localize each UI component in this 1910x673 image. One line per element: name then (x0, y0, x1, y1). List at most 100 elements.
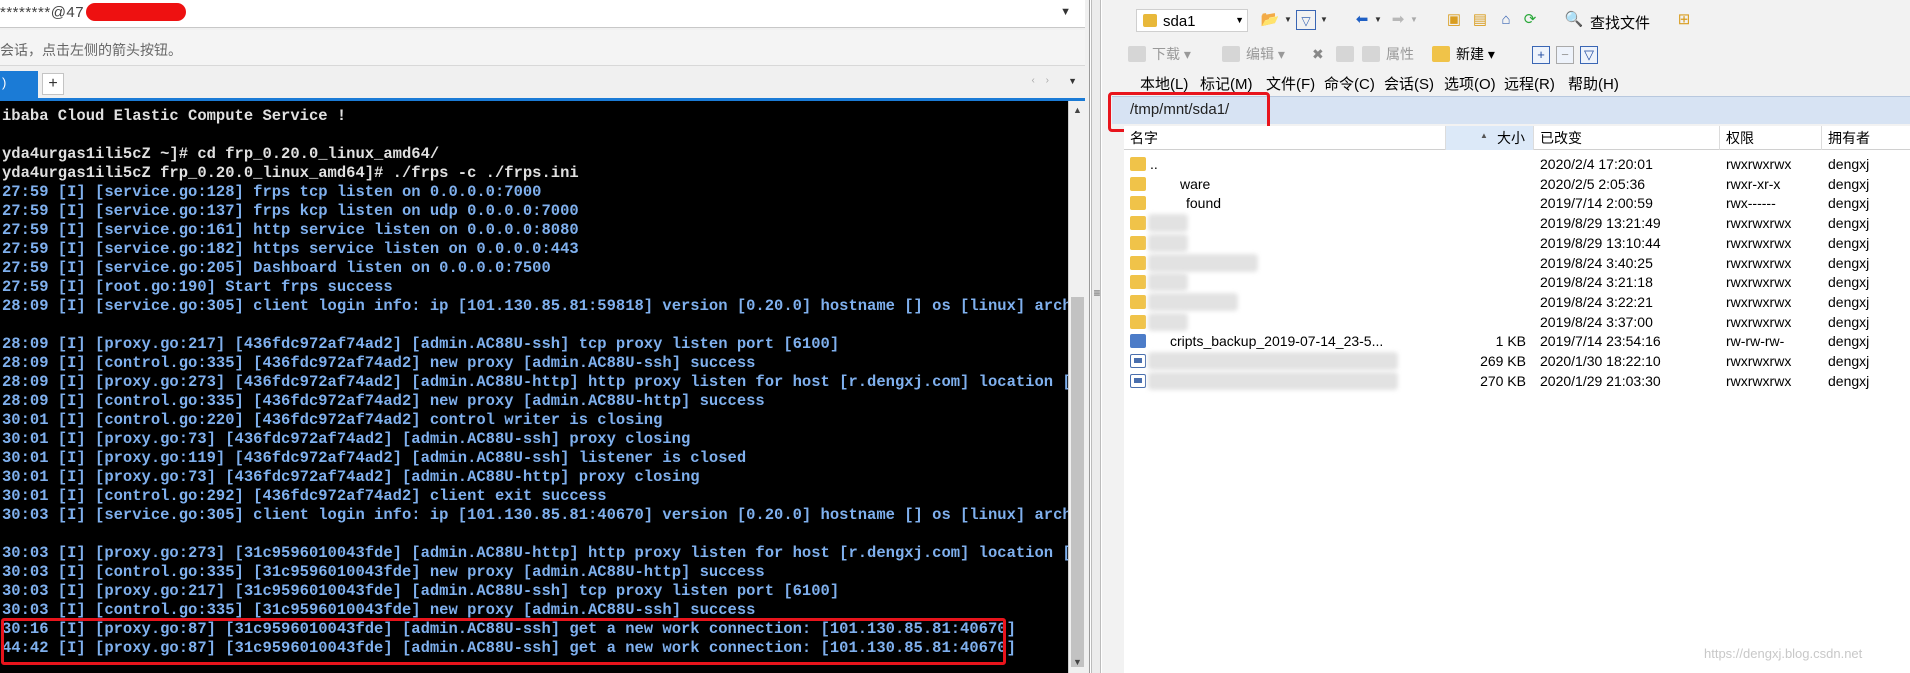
menu-help[interactable]: 帮助(H) (1568, 73, 1619, 94)
home-icon[interactable]: ⌂ (1496, 10, 1516, 30)
terminal-client: ********@47 ▼ 会话，点击左侧的箭头按钮。 ) + ‹ › ▼ ib… (0, 0, 1090, 673)
menu-remote[interactable]: 远程(R) (1504, 73, 1555, 94)
sort-ascending-icon: ▲ (1480, 131, 1488, 140)
filter-toggle-icon[interactable]: ▽ (1580, 46, 1598, 64)
session-tab-bar: ) + ‹ › ▼ (0, 68, 1085, 98)
folder-icon (1143, 14, 1157, 27)
session-address-bar[interactable]: ********@47 ▼ (0, 0, 1085, 28)
document-icon (1130, 373, 1146, 388)
menu-bar: 本地(L) 标记(M) 文件(F) 命令(C) 会话(S) 选项(O) 远程(R… (1102, 70, 1910, 94)
file-list: 名字 ▲ 大小 已改变 权限 拥有者 .. 2020/2/4 17:20:01 rw… (1124, 126, 1910, 673)
folder-icon (1130, 216, 1146, 231)
delete-icon[interactable]: ✖ (1312, 44, 1324, 64)
menu-options[interactable]: 选项(O) (1444, 73, 1496, 94)
column-header-modified[interactable]: 已改变 (1534, 126, 1720, 150)
chevron-down-icon[interactable]: ▼ (1320, 15, 1328, 24)
terminal-scrollbar[interactable]: ▲ ▼ (1068, 101, 1086, 673)
tree-view-icon[interactable]: ⊞ (1674, 10, 1694, 30)
chevron-down-icon[interactable]: ▼ (1235, 15, 1244, 25)
menu-session[interactable]: 会话(S) (1384, 73, 1434, 94)
terminal-line: 30:03 [I] [control.go:335] [31c959601004… (2, 563, 765, 581)
folder-icon (1130, 235, 1146, 250)
folder-icon (1130, 275, 1146, 290)
find-icon[interactable]: 🔍 (1564, 10, 1584, 30)
folder-icon (1130, 196, 1146, 211)
file-row[interactable]: 270 KB 2020/1/29 21:03:30 rwxrwxrwx dengxj (1124, 369, 1910, 393)
properties-icon (1362, 46, 1380, 62)
terminal-line: yda4urgas1ili5cZ frp_0.20.0_linux_amd64]… (2, 164, 579, 182)
terminal-line: yda4urgas1ili5cZ ~]# cd frp_0.20.0_linux… (2, 145, 440, 163)
terminal-line: 27:59 [I] [service.go:182] https service… (2, 240, 579, 258)
file-browser: sda1 ▼ 📂 ▼ ▽ ▼ ⬅ ▼ ➡ ▼ ▣ ▤ ⌂ ⟳ 🔍 查找文件 ⊞ … (1102, 0, 1910, 673)
terminal-line: 30:01 [I] [control.go:292] [436fdc972af7… (2, 487, 607, 505)
filter-icon[interactable]: ▽ (1296, 10, 1316, 30)
folder-icon (1130, 294, 1146, 309)
edit-button[interactable]: 编辑 ▾ (1222, 44, 1285, 64)
menu-command[interactable]: 命令(C) (1324, 73, 1375, 94)
terminal-line: 27:59 [I] [service.go:128] frps tcp list… (2, 183, 542, 201)
chevron-down-icon[interactable]: ▼ (1068, 76, 1077, 86)
terminal-line: 28:09 [I] [control.go:335] [436fdc972af7… (2, 354, 756, 372)
new-button[interactable]: 新建 ▾ (1432, 44, 1495, 64)
chevron-down-icon[interactable]: ▼ (1374, 15, 1382, 24)
terminal-line: 27:59 [I] [service.go:161] http service … (2, 221, 579, 239)
find-files-button[interactable]: 查找文件 (1590, 12, 1650, 33)
column-header-permissions[interactable]: 权限 (1720, 126, 1822, 150)
terminal-line: 27:59 [I] [service.go:137] frps kcp list… (2, 202, 579, 220)
forward-arrow-icon[interactable]: ➡ (1388, 10, 1408, 30)
chevron-down-icon[interactable]: ▼ (1410, 15, 1418, 24)
tab-nav-arrows[interactable]: ‹ › (1032, 75, 1053, 86)
terminal-line: 30:01 [I] [proxy.go:119] [436fdc972af74a… (2, 449, 747, 467)
back-arrow-icon[interactable]: ⬅ (1352, 10, 1372, 30)
download-button[interactable]: 下载 ▾ (1128, 44, 1191, 64)
location-combo[interactable]: sda1 ▼ (1136, 9, 1248, 32)
terminal-line: 28:09 [I] [service.go:305] client login … (2, 297, 1068, 315)
toolbar-actions: 下载 ▾ 编辑 ▾ ✖ 属性 新建 ▾ + − ▽ (1102, 38, 1910, 68)
terminal-line: 28:09 [I] [proxy.go:217] [436fdc972af74a… (2, 335, 840, 353)
scroll-down-icon[interactable]: ▼ (1073, 657, 1082, 667)
terminal-line: 30:03 [I] [service.go:305] client login … (2, 506, 1068, 524)
column-header-owner[interactable]: 拥有者 (1822, 126, 1910, 150)
root-folder-icon[interactable]: ▤ (1470, 10, 1490, 30)
hint-text: 会话，点击左侧的箭头按钮。 (0, 42, 182, 58)
add-tab-button[interactable]: + (42, 73, 64, 95)
document-icon (1130, 354, 1146, 368)
properties-button[interactable]: 属性 (1362, 44, 1414, 64)
file-modified: 2020/1/29 21:03:30 (1540, 372, 1661, 389)
screen: ********@47 ▼ 会话，点击左侧的箭头按钮。 ) + ‹ › ▼ ib… (0, 0, 1910, 673)
terminal-line: 27:59 [I] [service.go:205] Dashboard lis… (2, 259, 551, 277)
scroll-up-icon[interactable]: ▲ (1073, 105, 1082, 115)
annotation-highlight-box (1, 618, 1006, 665)
archive-icon (1130, 334, 1146, 349)
rename-icon[interactable] (1336, 44, 1360, 64)
watermark-text: https://dengxj.blog.csdn.net (1704, 646, 1863, 661)
file-size: 270 KB (1480, 372, 1526, 389)
edit-icon (1222, 46, 1240, 62)
column-header-name[interactable]: 名字 (1124, 126, 1446, 150)
menu-mark[interactable]: 标记(M) (1200, 73, 1253, 94)
parent-folder-icon[interactable]: ▣ (1444, 10, 1464, 30)
terminal-line: 30:03 [I] [proxy.go:273] [31c9596010043f… (2, 544, 1068, 562)
terminal-line: 30:03 [I] [proxy.go:217] [31c9596010043f… (2, 582, 840, 600)
terminal-line: 30:01 [I] [proxy.go:73] [436fdc972af74ad… (2, 430, 691, 448)
terminal-lines: ibaba Cloud Elastic Compute Service ! yda… (2, 107, 1068, 658)
column-header-size[interactable]: ▲ 大小 (1446, 126, 1534, 150)
chevron-down-icon[interactable]: ▼ (1060, 6, 1071, 18)
session-tab-active[interactable]: ) (0, 71, 38, 98)
download-icon (1128, 46, 1146, 62)
terminal-line: 28:09 [I] [proxy.go:273] [436fdc972af74a… (2, 373, 1068, 391)
refresh-icon[interactable]: ⟳ (1520, 10, 1540, 30)
pane-splitter[interactable]: ≡ (1091, 0, 1101, 673)
scrollbar-thumb[interactable] (1071, 297, 1084, 667)
chevron-down-icon[interactable]: ▼ (1284, 15, 1292, 24)
terminal-line: 28:09 [I] [control.go:335] [436fdc972af7… (2, 392, 765, 410)
terminal-output[interactable]: ibaba Cloud Elastic Compute Service ! yda… (0, 101, 1068, 673)
expand-icon[interactable]: + (1532, 46, 1550, 64)
open-folder-icon[interactable]: 📂 (1260, 10, 1280, 30)
menu-file[interactable]: 文件(F) (1266, 73, 1315, 94)
collapse-icon[interactable]: − (1556, 46, 1574, 64)
menu-local[interactable]: 本地(L) (1140, 73, 1188, 94)
terminal-line: 30:01 [I] [control.go:220] [436fdc972af7… (2, 411, 663, 429)
